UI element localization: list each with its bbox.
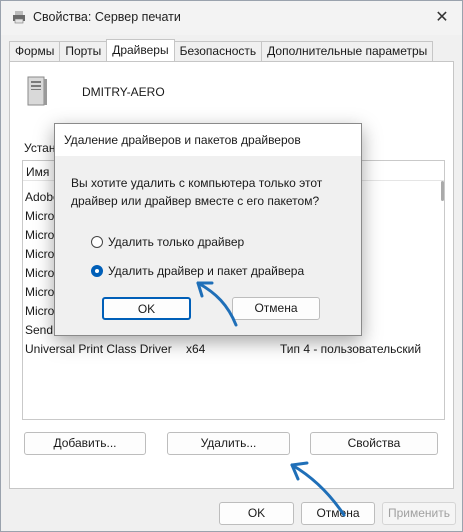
window-title: Свойства: Сервер печати	[33, 10, 181, 24]
radio-remove-driver-only[interactable]: Удалить только драйвер	[91, 234, 244, 250]
radio-checked-icon[interactable]	[91, 265, 103, 277]
driver-name: Micro	[25, 247, 55, 261]
close-icon: ✕	[435, 9, 449, 26]
remove-driver-dialog: Удаление драйверов и пакетов драйверов В…	[54, 123, 362, 336]
radio-remove-driver-and-package[interactable]: Удалить драйвер и пакет драйвера	[91, 263, 304, 279]
tab-drivers[interactable]: Драйверы	[106, 39, 175, 61]
dialog-title-bar: Удаление драйверов и пакетов драйверов	[55, 124, 361, 156]
tab-strip: Формы Порты Драйверы Безопасность Дополн…	[9, 39, 434, 62]
driver-properties-button-label: Свойства	[347, 436, 401, 450]
table-row[interactable]: Universal Print Class Driver x64 Тип 4 -…	[23, 340, 444, 359]
driver-name: Micro	[25, 304, 55, 318]
tab-forms[interactable]: Формы	[9, 41, 61, 61]
dialog-message: Вы хотите удалить с компьютера только эт…	[71, 176, 323, 208]
tab-security[interactable]: Безопасность	[173, 41, 263, 61]
add-driver-button-label: Добавить...	[53, 436, 117, 450]
close-button[interactable]: ✕	[422, 1, 462, 33]
radio-remove-driver-and-package-label: Удалить драйвер и пакет драйвера	[108, 264, 305, 278]
cancel-button-label: Отмена	[316, 506, 360, 520]
tab-advanced[interactable]: Дополнительные параметры	[261, 41, 434, 61]
tab-ports[interactable]: Порты	[59, 41, 108, 61]
dialog-cancel-button-label: Отмена	[254, 301, 298, 315]
dialog-title: Удаление драйверов и пакетов драйверов	[64, 133, 301, 147]
remove-driver-button-label: Удалить...	[200, 436, 257, 450]
driver-name: Micro	[25, 228, 55, 242]
driver-name: Micro	[25, 266, 55, 280]
printer-server-icon	[13, 11, 25, 24]
server-tower-icon	[27, 76, 47, 106]
apply-button[interactable]: Применить	[382, 502, 456, 525]
dialog-cancel-button[interactable]: Отмена	[232, 297, 320, 320]
driver-name: Micro	[25, 285, 55, 299]
dialog-ok-button[interactable]: OK	[102, 297, 191, 320]
cancel-button[interactable]: Отмена	[301, 502, 375, 525]
installed-drivers-label: Устан	[24, 141, 56, 155]
radio-unchecked-icon[interactable]	[91, 236, 103, 248]
title-bar: Свойства: Сервер печати ✕	[1, 1, 462, 35]
dialog-body: Вы хотите удалить с компьютера только эт…	[55, 156, 361, 335]
driver-env: x64	[186, 342, 206, 356]
apply-button-label: Применить	[387, 506, 450, 520]
add-driver-button[interactable]: Добавить...	[24, 432, 146, 455]
ok-button-label: OK	[247, 506, 266, 520]
ok-button[interactable]: OK	[219, 502, 294, 525]
driver-properties-button[interactable]: Свойства	[310, 432, 438, 455]
driver-name: Universal Print Class Driver	[25, 342, 172, 356]
driver-type: Тип 4 - пользовательский	[280, 342, 422, 356]
server-name: DMITRY-AERO	[82, 85, 165, 99]
remove-driver-button[interactable]: Удалить...	[167, 432, 290, 455]
radio-remove-driver-only-label: Удалить только драйвер	[108, 235, 245, 249]
column-header-name[interactable]: Имя	[26, 165, 49, 179]
driver-name: Micro	[25, 209, 55, 223]
dialog-ok-button-label: OK	[137, 302, 156, 316]
